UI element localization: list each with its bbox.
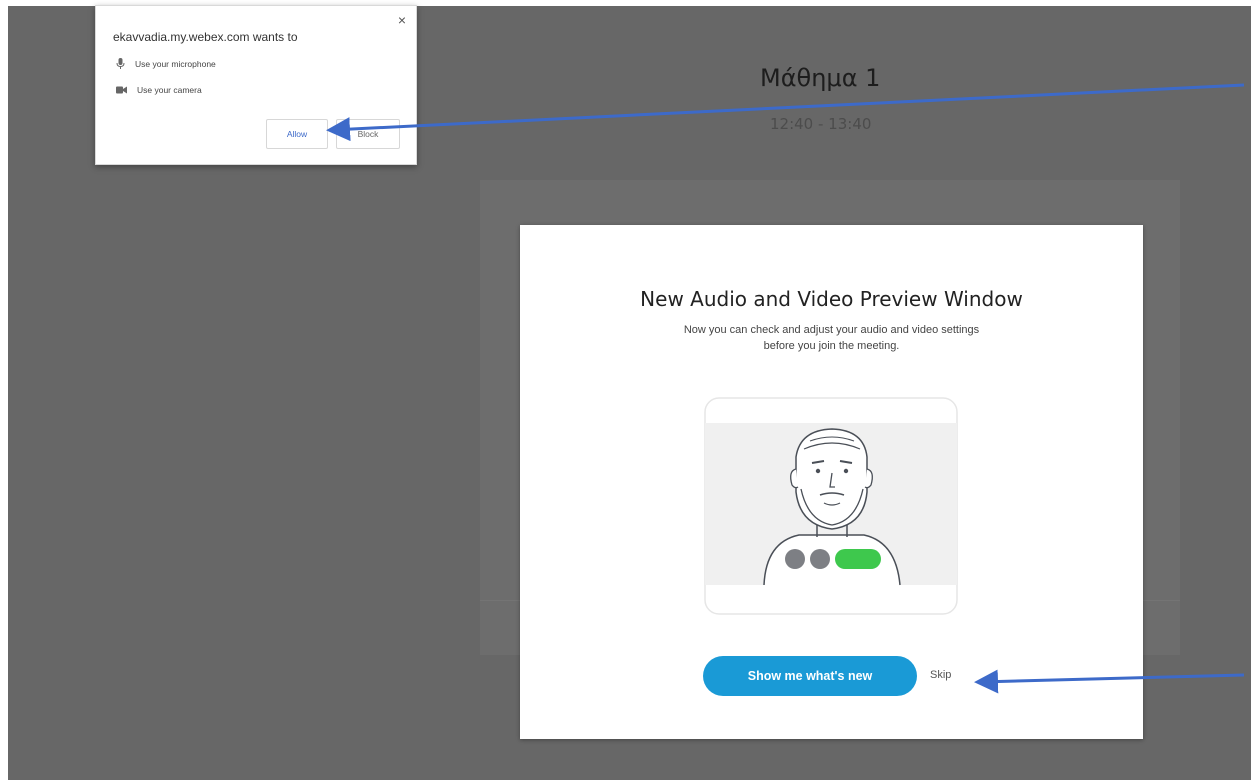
arrow-to-allow: [326, 83, 1245, 142]
annotation-arrows: [326, 83, 1245, 694]
arrow-to-skip: [974, 669, 1245, 694]
